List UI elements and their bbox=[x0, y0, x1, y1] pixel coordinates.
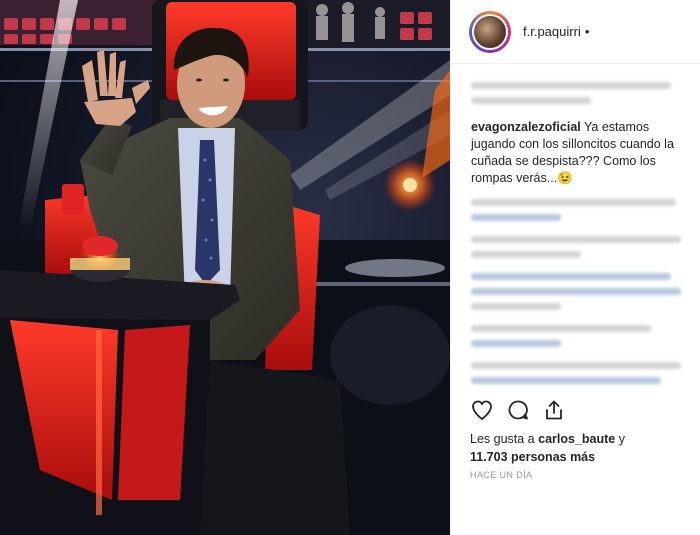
heart-icon[interactable] bbox=[470, 398, 494, 422]
comment-author[interactable]: evagonzalezoficial bbox=[471, 120, 581, 134]
likes-summary: Les gusta a carlos_baute y 11.703 person… bbox=[470, 430, 690, 466]
comment-blurred bbox=[471, 325, 682, 347]
header-separator: • bbox=[584, 24, 590, 39]
comment-blurred bbox=[471, 82, 682, 104]
comment-blurred bbox=[471, 362, 682, 384]
likes-user[interactable]: carlos_baute bbox=[538, 432, 615, 446]
post-timestamp[interactable]: HACE UN DÍA bbox=[470, 470, 532, 480]
post-username[interactable]: f.r.paquirri bbox=[523, 24, 581, 39]
likes-prefix: Les gusta a bbox=[470, 432, 535, 446]
post-header: f.r.paquirri • bbox=[451, 0, 700, 64]
photo-illustration bbox=[0, 0, 450, 535]
comment-blurred bbox=[471, 236, 682, 258]
action-bar bbox=[470, 398, 566, 422]
avatar[interactable] bbox=[469, 10, 511, 53]
comment-bubble-icon[interactable] bbox=[506, 398, 530, 422]
likes-count[interactable]: 11.703 personas más bbox=[470, 450, 595, 464]
share-icon[interactable] bbox=[542, 398, 566, 422]
comment-blurred bbox=[471, 199, 682, 221]
likes-suffix: y bbox=[618, 432, 625, 446]
comment-blurred bbox=[471, 273, 682, 310]
comments-list: evagonzalezoficial Ya estamos jugando co… bbox=[451, 64, 700, 390]
avatar-image bbox=[472, 13, 508, 50]
post-photo[interactable] bbox=[0, 0, 450, 535]
comment-item: evagonzalezoficial Ya estamos jugando co… bbox=[471, 119, 682, 187]
